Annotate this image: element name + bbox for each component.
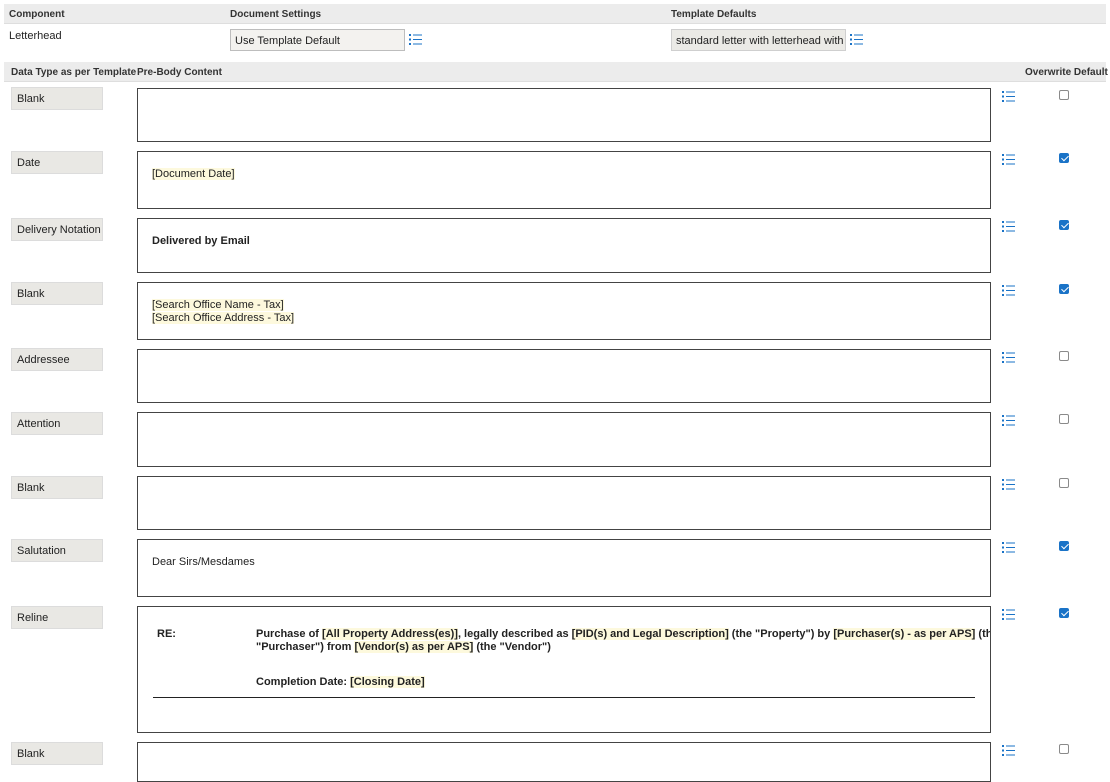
list-icon[interactable] (1002, 542, 1015, 553)
data-type-blank[interactable]: Blank (11, 742, 103, 765)
reline-text: Purchase of (256, 628, 323, 640)
settings-header: Component Document Settings Template Def… (4, 4, 1106, 24)
merge-field: [Search Office Name - Tax] (152, 299, 284, 311)
pre-body-content-editor[interactable]: Dear Sirs/Mesdames (137, 539, 991, 597)
overwrite-default-checkbox[interactable] (1059, 478, 1069, 488)
data-type-blank[interactable]: Blank (11, 282, 103, 305)
pre-body-content-editor[interactable]: [Search Office Name - Tax] [Search Offic… (137, 282, 991, 340)
data-type-reline[interactable]: Reline (11, 606, 103, 629)
reline-text: (the "Property") by (728, 628, 834, 640)
pre-body-content-editor[interactable] (137, 88, 991, 142)
document-settings-header: Document Settings (230, 9, 322, 20)
divider-line (153, 697, 975, 698)
data-type-attention[interactable]: Attention (11, 412, 103, 435)
list-icon[interactable] (409, 34, 422, 45)
merge-field: [Search Office Address - Tax] (152, 312, 295, 324)
reline-text: (the (978, 628, 990, 640)
reline-line-2: "Purchaser") from [Vendor(s) as per APS]… (256, 641, 551, 653)
overwrite-default-checkbox[interactable] (1059, 541, 1069, 551)
list-icon[interactable] (1002, 479, 1015, 490)
list-icon[interactable] (1002, 91, 1015, 102)
data-type-salutation[interactable]: Salutation (11, 539, 103, 562)
letterhead-template-default: standard letter with letterhead with (671, 29, 846, 51)
data-type-date[interactable]: Date (11, 151, 103, 174)
completion-date-label: Completion Date: (256, 676, 351, 688)
letterhead-label: Letterhead (9, 30, 62, 42)
pre-body-content-editor[interactable]: [Document Date] (137, 151, 991, 209)
data-type-delivery-notation[interactable]: Delivery Notation (11, 218, 103, 241)
merge-field: [Purchaser(s) - as per APS] (833, 628, 976, 640)
content-header: Data Type as per Template Pre-Body Conte… (4, 62, 1108, 82)
pre-body-content-editor[interactable]: RE: Purchase of [All Property Address(es… (137, 606, 991, 733)
pre-body-content-editor[interactable] (137, 476, 991, 530)
content-text: Delivered by Email (152, 235, 250, 247)
overwrite-default-checkbox[interactable] (1059, 90, 1069, 100)
reline-text: , legally described as (457, 628, 572, 640)
content-text: Dear Sirs/Mesdames (152, 556, 255, 568)
overwrite-default-checkbox[interactable] (1059, 284, 1069, 294)
reline-text: (the "Vendor") (473, 641, 551, 653)
list-icon[interactable] (1002, 609, 1015, 620)
data-type-addressee[interactable]: Addressee (11, 348, 103, 371)
component-header: Component (9, 9, 65, 20)
reline-text: "Purchaser") from (256, 641, 355, 653)
list-icon[interactable] (1002, 745, 1015, 756)
list-icon[interactable] (1002, 154, 1015, 165)
merge-field: [All Property Address(es)] (322, 628, 458, 640)
list-icon[interactable] (1002, 221, 1015, 232)
overwrite-default-checkbox[interactable] (1059, 153, 1069, 163)
list-icon[interactable] (1002, 352, 1015, 363)
data-type-header: Data Type as per Template (11, 67, 137, 78)
completion-date-line: Completion Date: [Closing Date] (256, 676, 425, 688)
overwrite-default-checkbox[interactable] (1059, 220, 1069, 230)
template-defaults-header: Template Defaults (671, 9, 757, 20)
overwrite-default-checkbox[interactable] (1059, 414, 1069, 424)
letterhead-document-setting[interactable]: Use Template Default (230, 29, 405, 51)
list-icon[interactable] (1002, 415, 1015, 426)
reline-line-1: Purchase of [All Property Address(es)], … (256, 628, 990, 640)
list-icon[interactable] (850, 34, 863, 45)
overwrite-default-checkbox[interactable] (1059, 744, 1069, 754)
pre-body-content-editor[interactable] (137, 349, 991, 403)
merge-field: [PID(s) and Legal Description] (571, 628, 729, 640)
re-label: RE: (157, 628, 176, 640)
overwrite-default-checkbox[interactable] (1059, 608, 1069, 618)
overwrite-default-checkbox[interactable] (1059, 351, 1069, 361)
merge-field: [Closing Date] (350, 676, 425, 688)
data-type-blank[interactable]: Blank (11, 87, 103, 110)
list-icon[interactable] (1002, 285, 1015, 296)
pre-body-content-editor[interactable] (137, 742, 991, 782)
pre-body-content-editor[interactable] (137, 412, 991, 467)
overwrite-default-header: Overwrite Default (1025, 67, 1108, 78)
merge-field: [Vendor(s) as per APS] (354, 641, 474, 653)
merge-field: [Document Date] (152, 168, 235, 180)
pre-body-content-header: Pre-Body Content (137, 67, 222, 78)
data-type-blank[interactable]: Blank (11, 476, 103, 499)
pre-body-content-editor[interactable]: Delivered by Email (137, 218, 991, 273)
